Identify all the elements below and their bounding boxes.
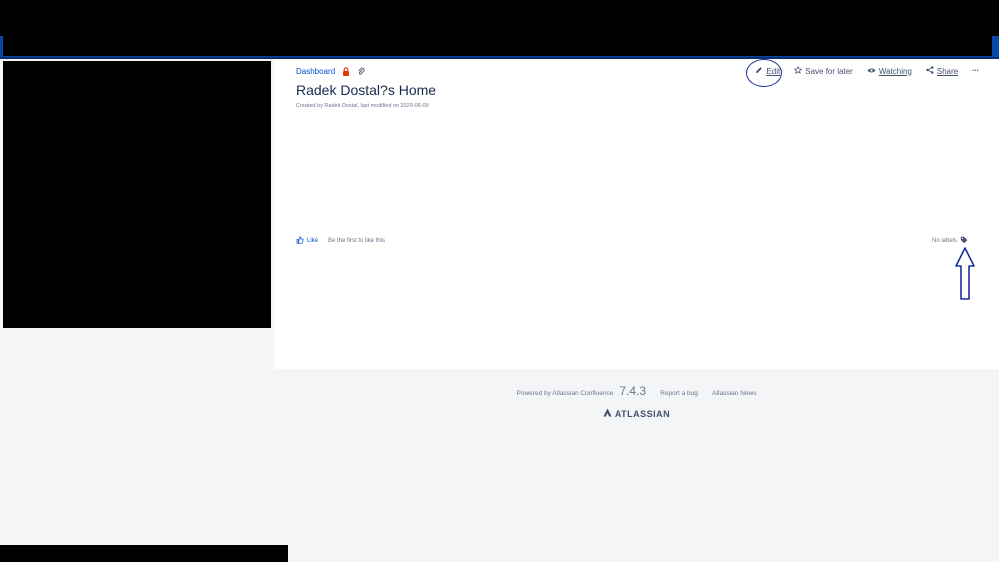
page-content: Dashboard Edit Save for later Watching S… — [274, 59, 999, 369]
like-label: Like — [307, 238, 319, 244]
footer-separator: · — [703, 390, 707, 397]
sidebar-redacted — [3, 61, 271, 328]
edit-annotation-circle — [746, 59, 783, 87]
labels-text: No labels — [931, 238, 957, 244]
share-icon — [926, 66, 934, 76]
save-for-later-button[interactable]: Save for later — [793, 65, 853, 76]
report-bug-link[interactable]: Report a bug — [660, 390, 698, 397]
lock-icon[interactable] — [342, 67, 350, 76]
page-actions: Edit Save for later Watching Share ••• — [741, 59, 979, 87]
more-actions-button[interactable]: ••• — [972, 68, 979, 74]
powered-by-text: Powered by Atlassian Confluence — [516, 390, 614, 397]
share-label: Share — [936, 66, 959, 76]
footer-separator: · — [652, 390, 655, 397]
share-button[interactable]: Share — [926, 66, 958, 76]
atlassian-logo[interactable]: ATLASSIAN — [274, 408, 999, 419]
edit-button[interactable]: Edit — [746, 59, 783, 87]
page-title: Radek Dostal?s Home — [296, 82, 437, 98]
attachment-icon[interactable] — [357, 67, 365, 76]
atlassian-news-link[interactable]: Atlassian News — [712, 390, 756, 397]
thumbs-up-icon — [296, 236, 304, 246]
like-hint: Be the first to like this — [328, 238, 386, 244]
breadcrumb: Dashboard — [296, 67, 365, 76]
labels-section: No labels — [932, 236, 968, 246]
more-icon: ••• — [972, 68, 979, 74]
version-number: 7.4.3 — [619, 384, 647, 398]
atlassian-brand-text: ATLASSIAN — [614, 408, 671, 419]
save-for-later-label: Save for later — [805, 66, 853, 76]
like-button[interactable]: Like — [296, 236, 318, 246]
atlassian-logo-icon — [603, 408, 612, 419]
star-icon — [793, 65, 803, 76]
breadcrumb-dashboard-link[interactable]: Dashboard — [296, 67, 335, 76]
tag-icon[interactable] — [960, 236, 968, 246]
header-redacted-overlay — [3, 2, 992, 56]
annotation-arrow — [954, 246, 976, 307]
watching-label: Watching — [878, 66, 912, 76]
page-byline: Created by Radek Dostal, last modified o… — [296, 103, 429, 109]
footer: Powered by Atlassian Confluence 7.4.3 · … — [274, 384, 999, 419]
eye-icon — [867, 67, 876, 76]
watching-button[interactable]: Watching — [867, 67, 912, 76]
like-row: Like Be the first to like this — [296, 236, 385, 246]
bottom-redacted — [0, 545, 288, 562]
